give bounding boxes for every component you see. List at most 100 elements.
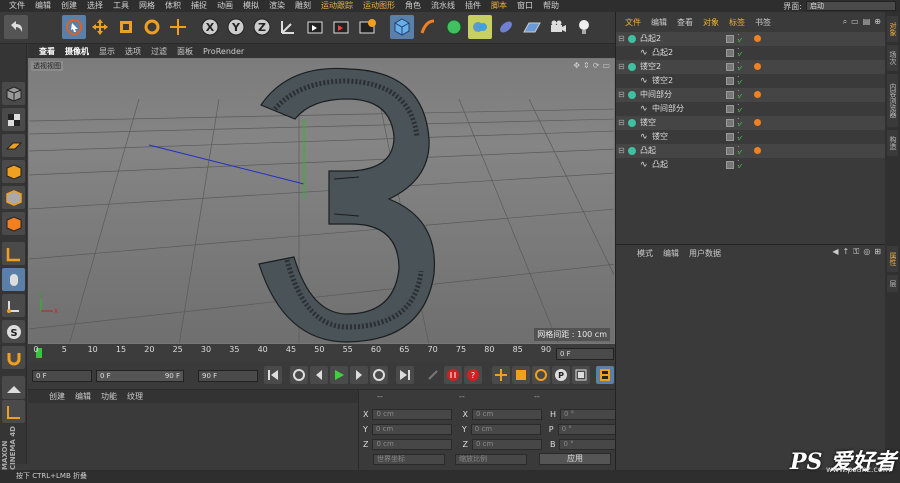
- object-row[interactable]: ⊟ 凸起2 ⁚ ✓: [616, 32, 886, 46]
- menu-item[interactable]: 选择: [82, 0, 108, 12]
- attribute-menu-item[interactable]: 模式: [632, 248, 658, 259]
- apply-button[interactable]: 应用: [539, 453, 611, 465]
- object-menu-item[interactable]: 查看: [672, 17, 698, 28]
- menu-item[interactable]: 帮助: [538, 0, 564, 12]
- material-menu-item[interactable]: 功能: [96, 391, 122, 402]
- menu-item[interactable]: 创建: [56, 0, 82, 12]
- key-scale-button[interactable]: [512, 366, 530, 384]
- key-param-button[interactable]: P: [552, 366, 570, 384]
- timeline[interactable]: 0 5 10 15 20 25 30 35 40 45 50 55 60 65 70 75 80 85 90 0 F: [28, 344, 615, 362]
- expand-icon[interactable]: ⊕: [874, 17, 881, 27]
- viewport-menu-item[interactable]: 面板: [172, 46, 198, 57]
- menu-item[interactable]: 渲染: [264, 0, 290, 12]
- light-button[interactable]: [572, 15, 596, 39]
- move-tool-button[interactable]: [88, 15, 112, 39]
- viewport-menu-item[interactable]: 显示: [94, 46, 120, 57]
- key-position-button[interactable]: [492, 366, 510, 384]
- z-axis-button[interactable]: Z: [250, 15, 274, 39]
- key-pla-button[interactable]: [572, 366, 590, 384]
- viewport-menu-item[interactable]: 查看: [34, 46, 60, 57]
- layer-box-icon[interactable]: [726, 91, 734, 99]
- layer-box-icon[interactable]: [726, 77, 734, 85]
- expand-toggle-icon[interactable]: ⊟: [618, 32, 625, 46]
- floor-button[interactable]: [520, 15, 544, 39]
- transform-tool-button[interactable]: [166, 15, 190, 39]
- object-row[interactable]: ⊟ 镂空 ⁚ ✓: [616, 116, 886, 130]
- record-button[interactable]: [444, 366, 462, 384]
- selection-tool-button[interactable]: [62, 15, 86, 39]
- object-menu-item[interactable]: 对象: [698, 17, 724, 28]
- model-mode-button[interactable]: [2, 82, 25, 105]
- viewport-nav-icons[interactable]: ✥ ⇕ ⟳ ▭: [573, 61, 610, 70]
- layer-box-icon[interactable]: [726, 133, 734, 141]
- end-frame-field[interactable]: 90 F: [198, 370, 258, 382]
- object-row[interactable]: ∿ 镂空2 ⁚ ✓: [616, 74, 886, 88]
- search-icon[interactable]: ⌕: [843, 17, 847, 27]
- menu-item[interactable]: 编辑: [30, 0, 56, 12]
- menu-item[interactable]: 网格: [134, 0, 160, 12]
- menu-item[interactable]: 体积: [160, 0, 186, 12]
- snap-button[interactable]: [2, 294, 25, 317]
- viewport-menu-item[interactable]: 摄像机: [60, 46, 94, 57]
- menu-item[interactable]: 文件: [4, 0, 30, 12]
- coord-system-button[interactable]: [276, 15, 300, 39]
- up-arrow-icon[interactable]: ↑: [843, 247, 850, 257]
- layer-box-icon[interactable]: [726, 119, 734, 127]
- texture-mode-button[interactable]: [2, 108, 25, 131]
- tweak-mode-button[interactable]: [2, 268, 25, 291]
- edge-mode-button[interactable]: [2, 186, 25, 209]
- object-menu-item[interactable]: 文件: [620, 17, 646, 28]
- filter-icon[interactable]: ▭: [851, 17, 859, 27]
- array-button[interactable]: [468, 15, 492, 39]
- solo-button[interactable]: S: [2, 320, 25, 343]
- object-menu-item[interactable]: 书签: [750, 17, 776, 28]
- scale-mode-dropdown[interactable]: 缩放比例: [455, 454, 527, 465]
- menu-item[interactable]: 捕捉: [186, 0, 212, 12]
- enabled-check-icon[interactable]: ✓: [737, 160, 744, 174]
- tag-icon[interactable]: [754, 147, 761, 154]
- object-row[interactable]: ∿ 凸起2 ⁚ ✓: [616, 46, 886, 60]
- object-row[interactable]: ∿ 中间部分 ⁚ ✓: [616, 102, 886, 116]
- viewport-menu-item[interactable]: ProRender: [198, 47, 249, 56]
- material-menu-item[interactable]: 创建: [44, 391, 70, 402]
- layer-box-icon[interactable]: [726, 147, 734, 155]
- axis-mode-button[interactable]: [2, 242, 25, 265]
- layer-box-icon[interactable]: [726, 63, 734, 71]
- object-row[interactable]: ⊟ 凸起 ⁚ ✓: [616, 144, 886, 158]
- object-row[interactable]: ∿ 凸起 ⁚ ✓: [616, 158, 886, 172]
- key-rotation-button[interactable]: [532, 366, 550, 384]
- y-axis-button[interactable]: Y: [224, 15, 248, 39]
- side-tab[interactable]: 对象: [887, 16, 898, 42]
- side-tab-lower[interactable]: 层: [887, 275, 898, 292]
- frame-range-slider[interactable]: 0 F 90 F: [96, 370, 184, 382]
- tag-icon[interactable]: [754, 91, 761, 98]
- timeline-window-button[interactable]: [596, 366, 614, 384]
- side-tab[interactable]: 场次: [887, 45, 898, 71]
- scale-tool-button[interactable]: [114, 15, 138, 39]
- menu-item[interactable]: 窗口: [512, 0, 538, 12]
- menu-item[interactable]: 插件: [460, 0, 486, 12]
- render-view-button[interactable]: [304, 15, 328, 39]
- menu-item[interactable]: 脚本: [486, 0, 512, 12]
- point-mode-button[interactable]: [2, 160, 25, 183]
- keyframe-tools-button[interactable]: [424, 366, 442, 384]
- next-frame-button[interactable]: [350, 366, 368, 384]
- position-field[interactable]: 0 cm: [371, 423, 452, 435]
- prev-key-button[interactable]: [290, 366, 308, 384]
- go-to-start-button[interactable]: [264, 366, 282, 384]
- tag-icon[interactable]: [754, 63, 761, 70]
- zoom-icon[interactable]: ⇕: [583, 61, 590, 70]
- new-panel-icon[interactable]: ⊞: [874, 247, 881, 257]
- magnet-button[interactable]: [2, 346, 25, 369]
- pan-icon[interactable]: ✥: [573, 61, 580, 70]
- object-row[interactable]: ∿ 镂空 ⁚ ✓: [616, 130, 886, 144]
- object-menu-item[interactable]: 编辑: [646, 17, 672, 28]
- menu-item[interactable]: 运动跟踪: [316, 0, 358, 12]
- expand-toggle-icon[interactable]: ⊟: [618, 88, 625, 102]
- auto-key-button[interactable]: ?: [464, 366, 482, 384]
- render-settings-button[interactable]: [356, 15, 380, 39]
- viewport-menu-item[interactable]: 过滤: [146, 46, 172, 57]
- target-icon[interactable]: ◎: [863, 247, 870, 257]
- expand-toggle-icon[interactable]: ⊟: [618, 116, 625, 130]
- menu-item[interactable]: 角色: [400, 0, 426, 12]
